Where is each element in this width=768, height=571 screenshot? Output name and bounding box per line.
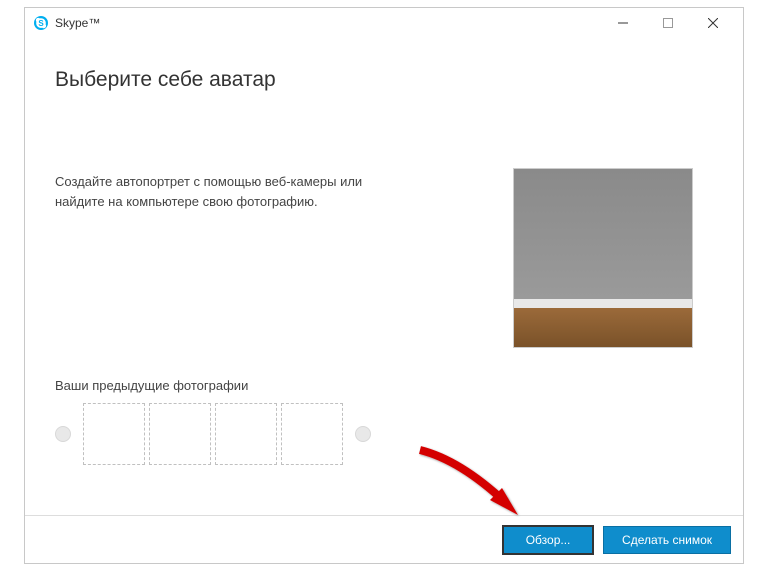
thumbnail-slot[interactable] <box>83 403 145 465</box>
thumbnails-next-button[interactable] <box>355 426 371 442</box>
title-left: S Skype™ <box>33 15 600 31</box>
preview-floor <box>514 308 692 347</box>
content-area: Выберите себе аватар Создайте автопортре… <box>25 38 743 515</box>
previous-photos-label: Ваши предыдущие фотографии <box>55 378 713 393</box>
preview-wall <box>514 169 692 299</box>
instruction-text: Создайте автопортрет с помощью веб-камер… <box>55 172 375 211</box>
take-snapshot-button[interactable]: Сделать снимок <box>603 526 731 554</box>
instruction-line: найдите на компьютере свою фотографию. <box>55 194 318 209</box>
svg-text:S: S <box>38 19 44 28</box>
footer: Обзор... Сделать снимок <box>25 515 743 563</box>
instruction-line: Создайте автопортрет с помощью веб-камер… <box>55 174 362 189</box>
minimize-button[interactable] <box>600 9 645 37</box>
thumbnails-prev-button[interactable] <box>55 426 71 442</box>
preview-baseboard <box>514 299 692 308</box>
previous-photos-section: Ваши предыдущие фотографии <box>55 378 713 465</box>
page-title: Выберите себе аватар <box>55 68 713 92</box>
thumbnail-slot[interactable] <box>149 403 211 465</box>
window-controls <box>600 9 735 37</box>
browse-button[interactable]: Обзор... <box>503 526 593 554</box>
thumbnail-slot[interactable] <box>215 403 277 465</box>
thumb-row <box>83 403 343 465</box>
skype-logo-icon: S <box>33 15 49 31</box>
close-button[interactable] <box>690 9 735 37</box>
avatar-preview <box>513 168 693 348</box>
skype-window: S Skype™ Выберите себе аватар Создайте а… <box>24 7 744 564</box>
titlebar: S Skype™ <box>25 8 743 38</box>
thumbnails-row <box>55 403 713 465</box>
window-title: Skype™ <box>55 16 100 30</box>
thumbnail-slot[interactable] <box>281 403 343 465</box>
maximize-button[interactable] <box>645 9 690 37</box>
